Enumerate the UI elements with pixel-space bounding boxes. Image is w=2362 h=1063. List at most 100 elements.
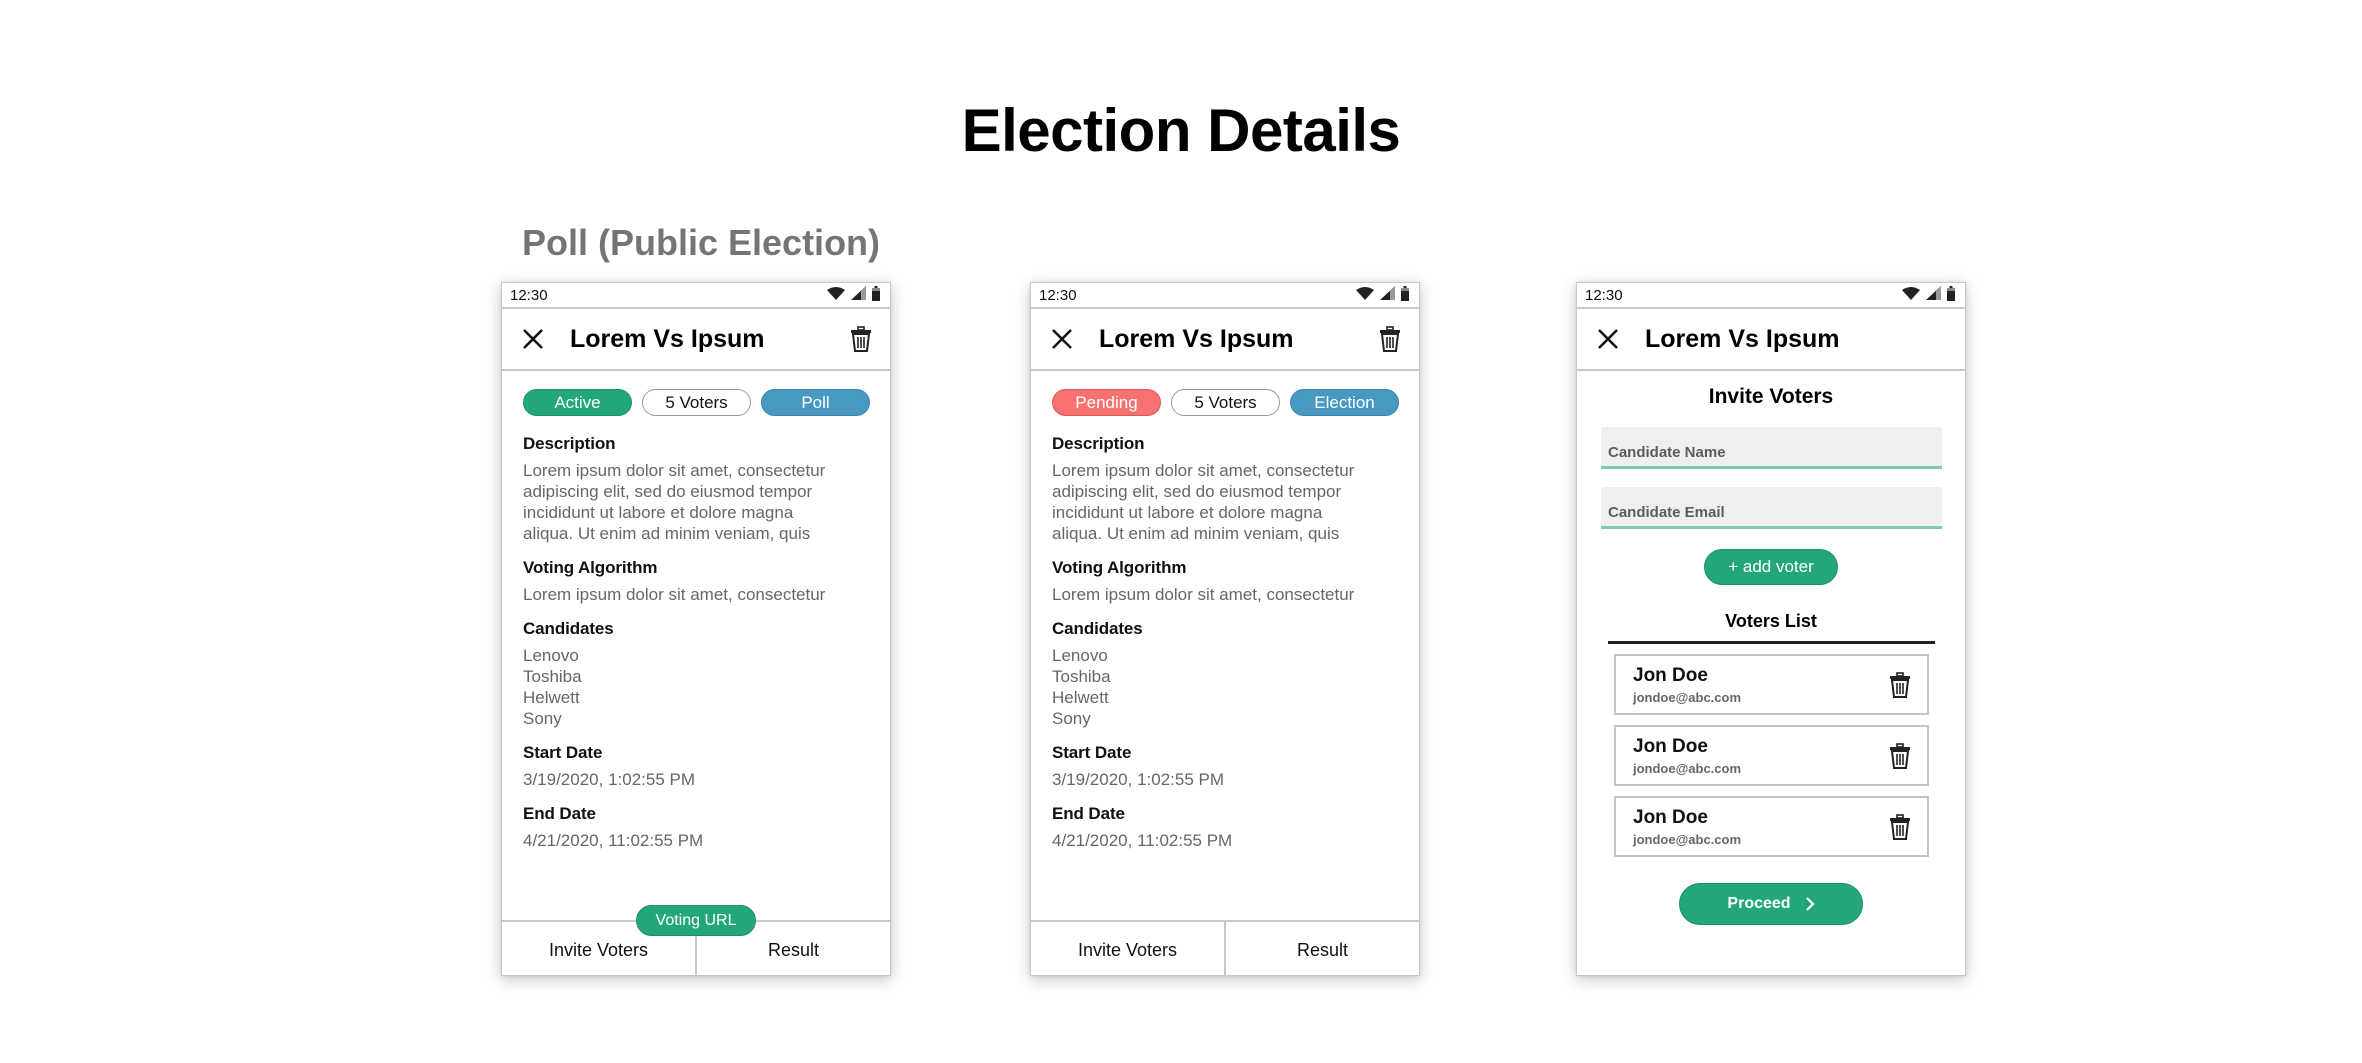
end-date-value: 4/21/2020, 11:02:55 PM	[1052, 831, 1233, 850]
description-label: Description	[523, 434, 616, 453]
start-date-value: 3/19/2020, 1:02:55 PM	[523, 770, 696, 789]
algorithm-label: Voting Algorithm	[1052, 558, 1187, 577]
battery-icon	[872, 285, 880, 305]
description-text: Lorem ipsum dolor sit amet, consectetur …	[1052, 460, 1399, 544]
voters-count-chip[interactable]: 5 Voters	[642, 389, 751, 416]
chip-row: Pending 5 Voters Election	[1052, 389, 1399, 416]
status-bar: 12:30	[1577, 283, 1965, 309]
description-line: aliqua. Ut enim ad minim veniam, quis	[523, 524, 811, 543]
status-time: 12:30	[510, 286, 548, 304]
trash-icon[interactable]	[1379, 326, 1401, 352]
app-header: Lorem Vs Ipsum	[502, 309, 890, 371]
candidate-item: Toshiba	[523, 667, 582, 686]
candidate-item: Lenovo	[1052, 646, 1108, 665]
trash-icon[interactable]	[850, 326, 872, 352]
voter-name: Jon Doe	[1633, 806, 1708, 828]
wifi-icon	[1356, 286, 1374, 304]
status-chip[interactable]: Active	[523, 389, 632, 416]
candidate-item: Helwett	[1052, 688, 1109, 707]
algorithm-value: Lorem ipsum dolor sit amet, consectetur	[1052, 585, 1355, 604]
algorithm-value: Lorem ipsum dolor sit amet, consectetur	[523, 585, 826, 604]
header-title: Lorem Vs Ipsum	[1645, 324, 1840, 353]
candidate-name-field	[1601, 427, 1942, 469]
end-date-field: End Date 4/21/2020, 11:02:55 PM	[523, 804, 870, 851]
battery-icon	[1947, 285, 1955, 305]
battery-icon	[1401, 285, 1409, 305]
status-chip[interactable]: Pending	[1052, 389, 1161, 416]
description-line: adipiscing elit, sed do eiusmod tempor	[1052, 482, 1342, 501]
description-line: incididunt ut labore et dolore magna	[523, 503, 794, 522]
tab-invite-voters[interactable]: Invite Voters	[1031, 922, 1224, 975]
election-details: Active 5 Voters Poll Description Lorem i…	[502, 371, 890, 851]
phone-screen-invite-voters: 12:30 Lorem Vs Ipsum Invite Voters + add…	[1576, 282, 1966, 976]
description-line: aliqua. Ut enim ad minim veniam, quis	[1052, 524, 1340, 543]
voter-email: jondoe@abc.com	[1633, 760, 1742, 776]
candidate-email-field	[1601, 487, 1942, 529]
close-icon[interactable]	[1051, 328, 1073, 350]
invite-voters-title: Invite Voters	[1708, 385, 1834, 408]
start-date-value: 3/19/2020, 1:02:55 PM	[1052, 770, 1225, 789]
end-date-field: End Date 4/21/2020, 11:02:55 PM	[1052, 804, 1399, 851]
wifi-icon	[827, 286, 845, 304]
app-header: Lorem Vs Ipsum	[1031, 309, 1419, 371]
end-date-value: 4/21/2020, 11:02:55 PM	[523, 831, 704, 850]
voter-email: jondoe@abc.com	[1633, 689, 1742, 705]
header-title: Lorem Vs Ipsum	[1099, 324, 1294, 353]
algorithm-field: Voting Algorithm Lorem ipsum dolor sit a…	[1052, 558, 1399, 605]
description-line: Lorem ipsum dolor sit amet, consectetur	[523, 461, 826, 480]
type-chip[interactable]: Election	[1290, 389, 1399, 416]
candidates-field: Candidates Lenovo Toshiba Helwett Sony	[1052, 619, 1399, 729]
end-date-label: End Date	[1052, 804, 1125, 823]
start-date-label: Start Date	[1052, 743, 1132, 762]
candidates-list: Lenovo Toshiba Helwett Sony	[523, 645, 870, 729]
tab-result[interactable]: Result	[1224, 922, 1419, 975]
candidate-email-input[interactable]	[1608, 504, 1942, 521]
candidate-item: Toshiba	[1052, 667, 1111, 686]
close-icon[interactable]	[522, 328, 544, 350]
voter-name: Jon Doe	[1633, 664, 1708, 686]
voter-list-item: Jon Doe jondoe@abc.com	[1614, 796, 1929, 857]
voters-count-chip[interactable]: 5 Voters	[1171, 389, 1280, 416]
add-voter-button[interactable]: + add voter	[1704, 549, 1838, 585]
candidates-list: Lenovo Toshiba Helwett Sony	[1052, 645, 1399, 729]
voters-list-title: Voters List	[1725, 611, 1817, 631]
phone-screen-poll: 12:30 Lorem Vs Ipsum Active 5 Voters Pol…	[501, 282, 891, 976]
trash-icon[interactable]	[1889, 813, 1911, 840]
type-chip[interactable]: Poll	[761, 389, 870, 416]
voter-name: Jon Doe	[1633, 735, 1708, 757]
candidate-item: Lenovo	[523, 646, 579, 665]
page-title: Election Details	[961, 97, 1401, 164]
candidates-label: Candidates	[523, 619, 614, 638]
bottom-tab-bar: Invite Voters Result	[1031, 920, 1419, 975]
signal-icon	[851, 286, 866, 304]
voter-list-item: Jon Doe jondoe@abc.com	[1614, 725, 1929, 786]
voter-list: Jon Doe jondoe@abc.com Jon Doe jondoe@ab…	[1614, 654, 1929, 857]
voter-email: jondoe@abc.com	[1633, 831, 1742, 847]
description-field: Description Lorem ipsum dolor sit amet, …	[523, 434, 870, 544]
voting-url-button[interactable]: Voting URL	[636, 905, 756, 936]
phone-screen-election: 12:30 Lorem Vs Ipsum Pending 5 Voters El…	[1030, 282, 1420, 976]
description-line: adipiscing elit, sed do eiusmod tempor	[523, 482, 813, 501]
algorithm-field: Voting Algorithm Lorem ipsum dolor sit a…	[523, 558, 870, 605]
close-icon[interactable]	[1597, 328, 1619, 350]
voter-list-item: Jon Doe jondoe@abc.com	[1614, 654, 1929, 715]
candidates-label: Candidates	[1052, 619, 1143, 638]
app-header: Lorem Vs Ipsum	[1577, 309, 1965, 371]
status-time: 12:30	[1039, 286, 1077, 304]
candidates-field: Candidates Lenovo Toshiba Helwett Sony	[523, 619, 870, 729]
start-date-field: Start Date 3/19/2020, 1:02:55 PM	[1052, 743, 1399, 790]
description-field: Description Lorem ipsum dolor sit amet, …	[1052, 434, 1399, 544]
proceed-label: Proceed	[1727, 895, 1791, 912]
trash-icon[interactable]	[1889, 742, 1911, 769]
trash-icon[interactable]	[1889, 671, 1911, 698]
candidate-item: Sony	[523, 709, 562, 728]
voters-list-divider	[1608, 641, 1935, 644]
chevron-right-icon	[1805, 897, 1815, 911]
algorithm-label: Voting Algorithm	[523, 558, 658, 577]
description-label: Description	[1052, 434, 1145, 453]
candidate-item: Helwett	[523, 688, 580, 707]
status-time: 12:30	[1585, 286, 1623, 304]
proceed-button[interactable]: Proceed	[1679, 883, 1863, 925]
end-date-label: End Date	[523, 804, 596, 823]
candidate-name-input[interactable]	[1608, 444, 1942, 461]
